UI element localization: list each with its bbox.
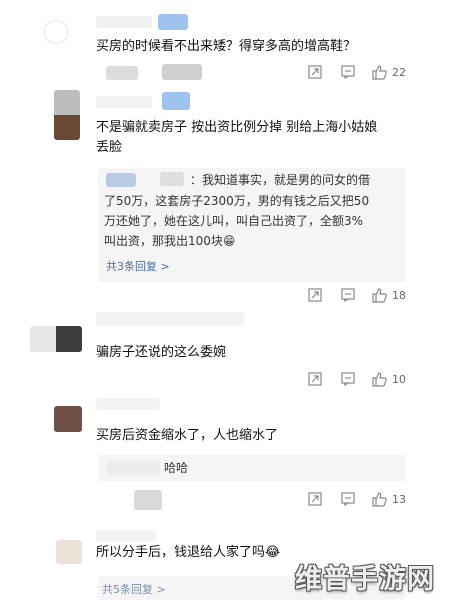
avatar[interactable] [54,406,82,432]
avatar[interactable] [44,20,68,44]
reply-box[interactable]: 哈哈 [98,455,406,481]
comment-icon[interactable] [341,372,355,386]
reply-username-blur [106,173,136,187]
watermark-logo: 维普手游网 [295,564,435,595]
share-icon[interactable] [308,65,322,79]
like-count: 13 [392,493,406,506]
more-replies-link[interactable]: 共3条回复 > [106,258,170,274]
comment-actions: 22 [308,65,438,83]
share-icon[interactable] [308,288,322,302]
avatar[interactable] [54,90,80,140]
reply-text: 万还她了，她在这儿叫，叫自己出资了，全额3% [104,214,364,228]
comment-icon[interactable] [341,65,355,79]
comment-text: 买房后资金缩水了，人也缩水了 [96,428,279,443]
reply-username-blur [106,461,160,475]
comment-icon[interactable] [341,288,355,302]
like-count: 22 [392,66,406,79]
comment-text: 丢脸 [96,140,123,155]
avatar[interactable] [30,326,82,352]
share-icon[interactable] [308,372,322,386]
username-blur [96,312,244,326]
thumbs-up-icon[interactable] [372,492,387,507]
comment-text: 骗房子还说的这么委婉 [96,345,227,360]
thumbs-up-icon[interactable] [372,65,387,80]
username-blur [96,530,156,542]
username-blur [96,398,160,410]
comment-text: 买房的时候看不出来矮？得穿多高的增高鞋？ [96,39,357,54]
comment-actions: 18 [308,288,438,306]
thumbs-up-icon[interactable] [372,288,387,303]
like-count: 18 [392,289,406,302]
reply-text: 叫出资，那我出100块😁 [104,234,236,248]
thumbs-up-icon[interactable] [372,372,387,387]
more-replies-link[interactable]: 共5条回复 > [102,581,166,597]
meta-blur [162,64,202,80]
reply-box[interactable]: ：我知道事实，就是男的问女的借 了50万，这套房子2300万，男的有钱之后又把5… [98,168,406,282]
comment-icon[interactable] [341,492,355,506]
comment-text: 不是骗就卖房子 按出资比例分掉 别给上海小姑娘 [96,120,378,135]
meta-blur [106,66,138,80]
comment-text: 所以分手后，钱退给人家了吗😂 [96,545,281,560]
reply-text: 哈哈 [164,461,189,475]
avatar[interactable] [56,540,82,564]
username-blur [96,96,152,108]
meta-blur [134,490,162,510]
reply-username-blur [160,172,184,186]
username-blur [96,16,152,28]
username-blur [158,14,188,30]
comment-actions: 10 [308,372,438,390]
username-blur [162,92,190,110]
like-count: 10 [392,373,406,386]
reply-text: 了50万，这套房子2300万，男的有钱之后又把50 [104,194,370,208]
comment-actions: 13 [308,492,438,510]
share-icon[interactable] [308,492,322,506]
reply-text: ：我知道事实，就是男的问女的借 [190,173,371,187]
